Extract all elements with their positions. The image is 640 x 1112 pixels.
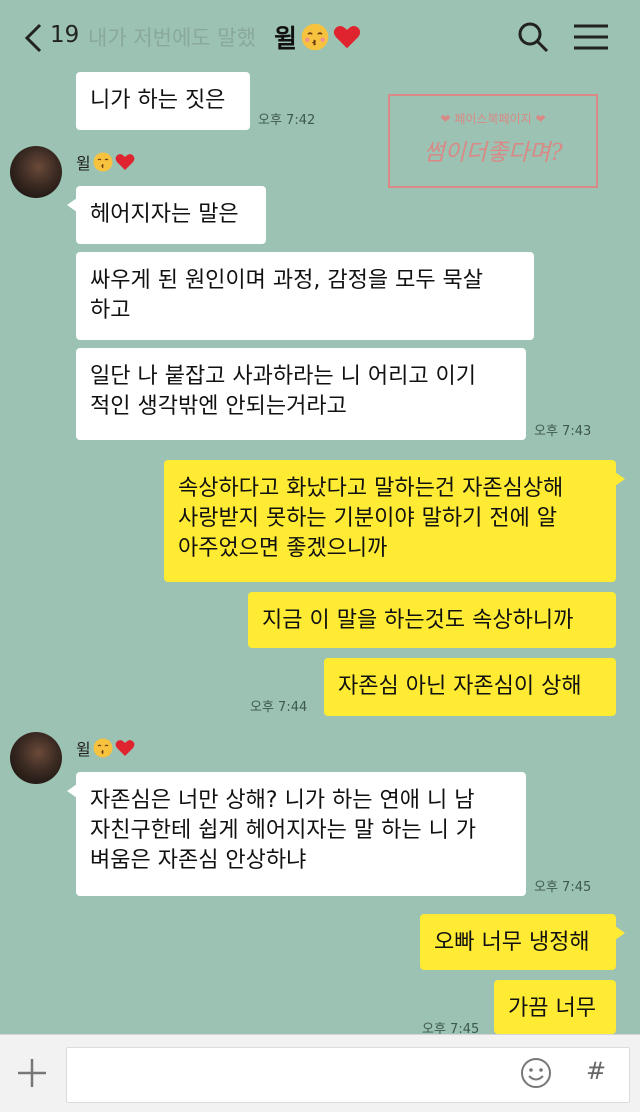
message-time: 오후 7:44 bbox=[250, 700, 308, 715]
message-bubble-received[interactable]: 헤어지자는 말은 bbox=[67, 186, 266, 244]
message-bubble-received[interactable]: 자존심은 너만 상해? 니가 하는 연애 니 남 자친구한테 쉽게 헤어지자는 … bbox=[67, 772, 526, 896]
stamp-line-1: ❤ 페이스북페이지 ❤ bbox=[440, 112, 546, 126]
avatar[interactable] bbox=[10, 732, 62, 784]
sender-name-text: 윌 bbox=[76, 740, 91, 759]
message-time: 오후 7:42 bbox=[258, 113, 316, 128]
message-bubble-sent[interactable]: 속상하다고 화났다고 말하는건 자존심상해 사랑받지 못하는 기분이야 말하기 … bbox=[164, 460, 625, 582]
message-bubble-sent[interactable]: 지금 이 말을 하는것도 속상하니까 bbox=[248, 592, 616, 648]
search-icon[interactable] bbox=[516, 20, 550, 54]
plus-icon[interactable] bbox=[16, 1057, 48, 1089]
emoticon-icon[interactable] bbox=[520, 1057, 552, 1089]
heart-icon bbox=[333, 25, 361, 49]
sender-name-text: 윌 bbox=[76, 154, 91, 173]
watermark-stamp: ❤ 페이스북페이지 ❤ 썸이더좋다며? bbox=[388, 94, 598, 188]
message-bubble-sent[interactable]: 가끔 너무 bbox=[494, 980, 616, 1034]
chat-header: 19 내가 저번에도 말했 윌 bbox=[0, 0, 640, 72]
stamp-line-2: 썸이더좋다며? bbox=[423, 140, 563, 166]
unread-count[interactable]: 19 bbox=[50, 22, 79, 48]
message-bubble-received[interactable]: 싸우게 된 원인이며 과정, 감정을 모두 묵살 하고 bbox=[76, 252, 534, 340]
avatar[interactable] bbox=[10, 146, 62, 198]
contact-name: 윌 bbox=[274, 24, 298, 53]
sender-name: 윌 bbox=[76, 736, 135, 760]
message-input-bar: # bbox=[0, 1034, 640, 1112]
message-time: 오후 7:45 bbox=[534, 880, 592, 895]
message-bubble-sent[interactable]: 오빠 너무 냉정해 bbox=[420, 914, 625, 970]
hash-icon[interactable]: # bbox=[584, 1057, 608, 1085]
kissing-face-icon bbox=[93, 152, 113, 172]
message-bubble-received[interactable]: 일단 나 붙잡고 사과하라는 니 어리고 이기 적인 생각밖엔 안되는거라고 bbox=[76, 348, 526, 440]
message-bubble-sent[interactable]: 자존심 아닌 자존심이 상해 bbox=[324, 658, 616, 716]
kissing-face-icon bbox=[93, 738, 113, 758]
heart-icon bbox=[115, 154, 135, 170]
chat-title: 윌 bbox=[274, 18, 361, 56]
message-preview: 내가 저번에도 말했 bbox=[88, 26, 256, 50]
kissing-face-icon bbox=[301, 23, 329, 51]
menu-icon[interactable] bbox=[574, 22, 608, 52]
message-bubble-received[interactable]: 니가 하는 짓은 bbox=[76, 72, 250, 130]
back-chevron-icon[interactable] bbox=[22, 22, 50, 54]
sender-name: 윌 bbox=[76, 150, 135, 174]
heart-icon bbox=[115, 740, 135, 756]
message-time: 오후 7:43 bbox=[534, 424, 592, 439]
